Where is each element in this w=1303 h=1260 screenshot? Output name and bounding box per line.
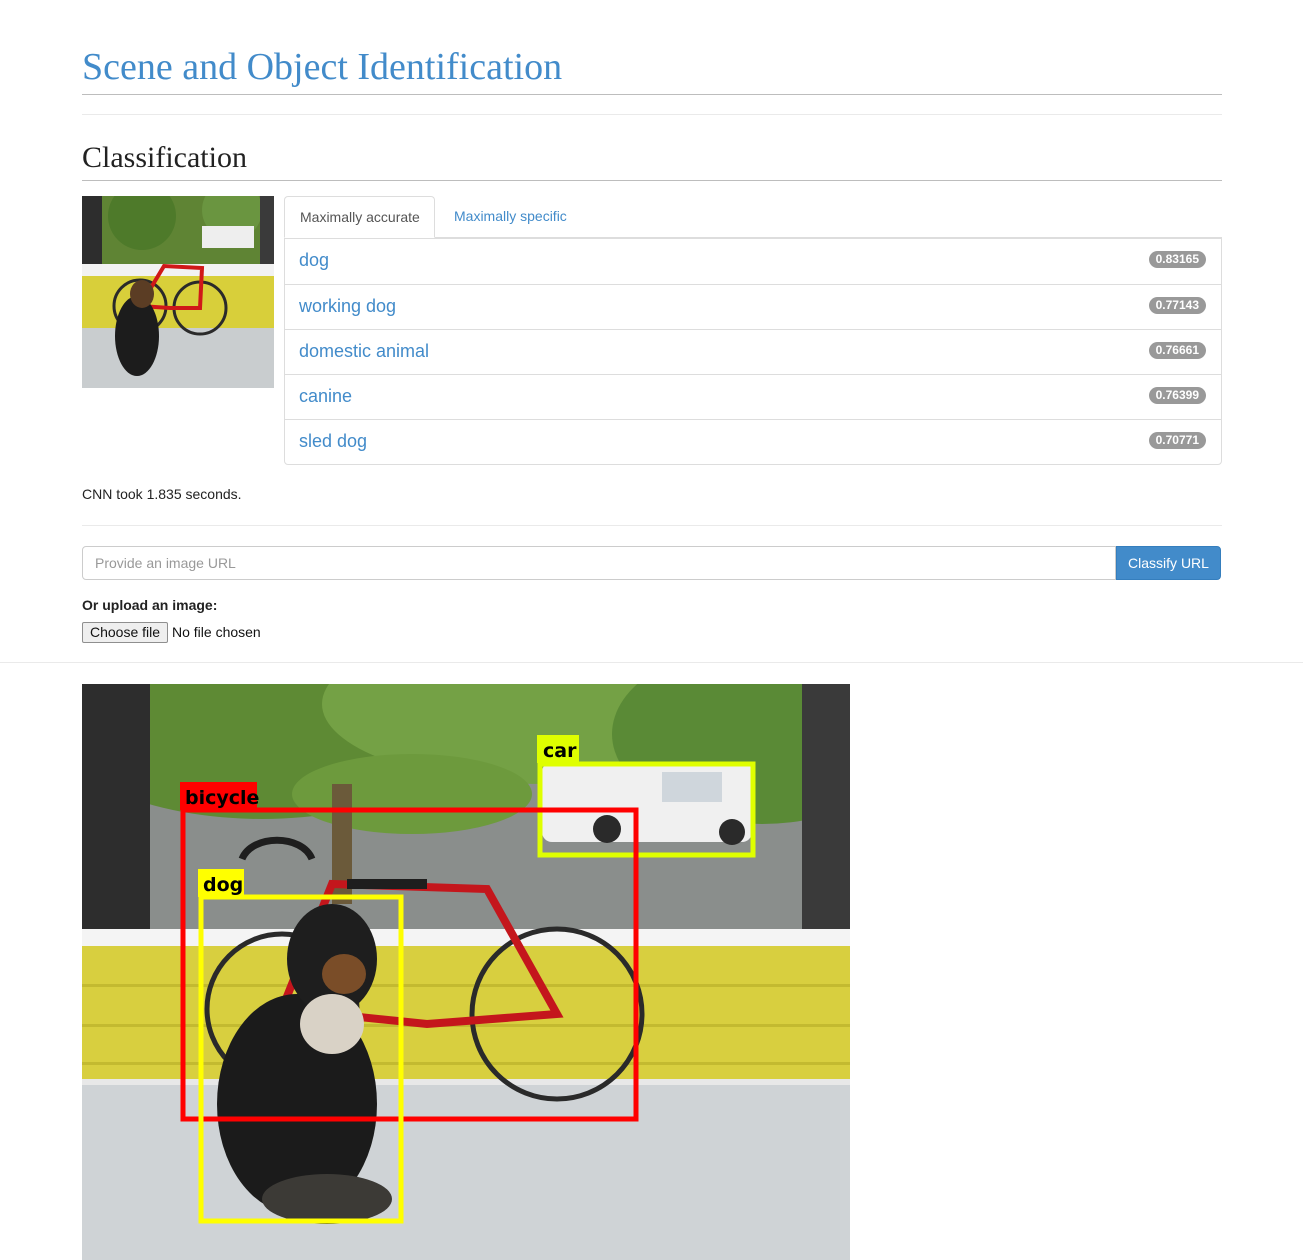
classify-url-button[interactable]: Classify URL [1116,546,1221,580]
bicycle-label: bicycle [185,787,259,809]
divider [82,525,1222,526]
tab-maximally-accurate[interactable]: Maximally accurate [284,196,435,238]
score-badge: 0.77143 [1148,297,1206,314]
photo-thumbnail [82,196,274,388]
result-label[interactable]: sled dog [299,420,367,463]
choose-file-button[interactable]: Choose file [82,622,169,643]
list-item: dog 0.83165 [285,239,1221,284]
score-badge: 0.76399 [1148,387,1206,404]
detection-image: car bicycle dog [82,684,850,1260]
classification-tabs: Maximally accurate Maximally specific [284,196,1222,238]
dog-label: dog [203,874,243,896]
page-title: Scene and Object Identification [82,46,563,88]
list-item: canine 0.76399 [285,374,1221,419]
file-status-text: No file chosen [172,624,261,640]
detection-photo: car bicycle dog [82,684,850,1260]
divider [82,180,1222,181]
list-item: sled dog 0.70771 [285,419,1221,464]
classified-image-thumbnail [82,196,274,388]
divider [82,94,1222,95]
result-label[interactable]: dog [299,239,329,282]
upload-label: Or upload an image: [82,597,218,613]
divider [82,114,1222,115]
tab-maximally-specific[interactable]: Maximally specific [439,196,582,237]
score-badge: 0.76661 [1148,342,1206,359]
classification-heading: Classification [82,141,247,174]
image-url-input[interactable] [82,546,1116,580]
result-label[interactable]: canine [299,375,352,418]
result-label[interactable]: domestic animal [299,330,429,373]
cnn-timing-text: CNN took 1.835 seconds. [82,486,242,502]
result-label[interactable]: working dog [299,285,396,328]
divider [0,662,1303,663]
score-badge: 0.70771 [1148,432,1206,449]
classification-results-list: dog 0.83165 working dog 0.77143 domestic… [284,238,1222,465]
score-badge: 0.83165 [1148,251,1206,268]
list-item: working dog 0.77143 [285,284,1221,329]
car-label: car [543,740,577,762]
list-item: domestic animal 0.76661 [285,329,1221,374]
